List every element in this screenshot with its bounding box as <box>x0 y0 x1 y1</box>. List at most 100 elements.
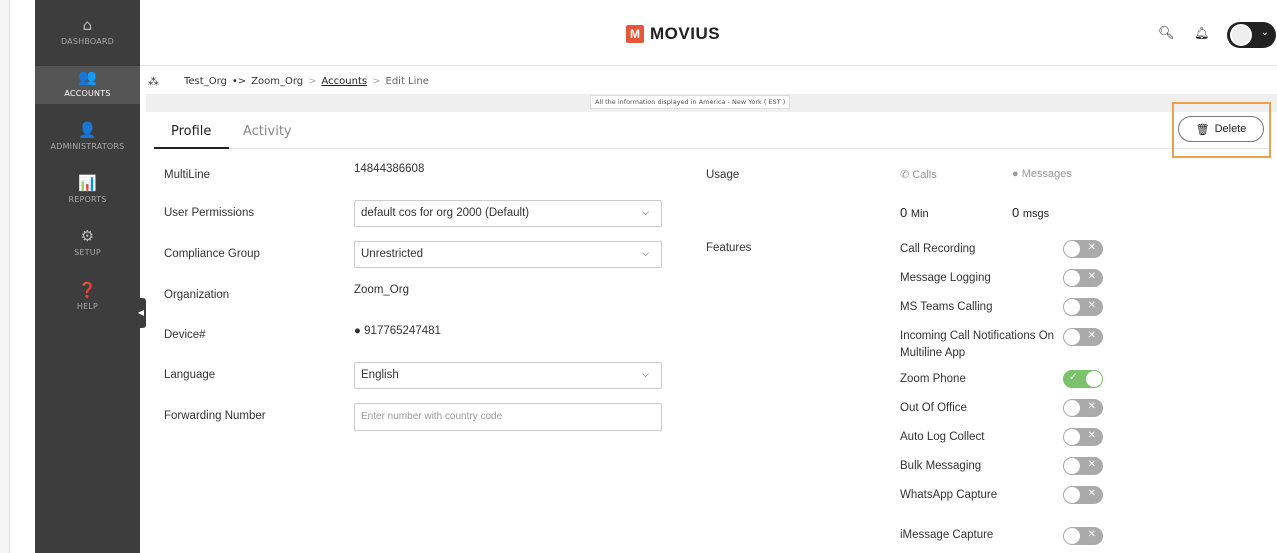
breadcrumb-org[interactable]: Test_Org <box>184 76 227 87</box>
feature-out-of-office: Out Of Office <box>900 402 967 414</box>
organization-label: Organization <box>164 289 230 301</box>
device-value-row: ● 917765247481 <box>354 325 441 337</box>
sidebar-item-help[interactable]: ❓ HELP <box>35 282 140 320</box>
messages-usage-value: 0 <box>1012 205 1020 220</box>
sidebar-item-label: ADMINISTRATORS <box>50 142 125 151</box>
sidebar-item-label: DASHBOARD <box>60 37 115 46</box>
messages-head-label: Messages <box>1021 168 1072 180</box>
feature-message-logging: Message Logging <box>900 272 991 284</box>
language-label: Language <box>164 369 216 381</box>
device-label: Device# <box>164 329 206 341</box>
sidebar-item-administrators[interactable]: 👤 ADMINISTRATORS <box>35 122 140 160</box>
feature-bulk-messaging: Bulk Messaging <box>900 460 982 472</box>
toggle-call-recording[interactable]: ✕ <box>1063 240 1103 258</box>
x-icon: ✕ <box>1087 300 1096 311</box>
sidebar-item-label: HELP <box>76 302 99 311</box>
feature-auto-log-collect: Auto Log Collect <box>900 431 985 443</box>
trash-icon: 🗑︎ <box>1195 123 1210 136</box>
toggle-message-logging[interactable]: ✕ <box>1063 269 1103 287</box>
x-icon: ✕ <box>1087 242 1096 253</box>
home-icon: ⌂ <box>82 16 93 34</box>
toggle-out-of-office[interactable]: ✕ <box>1063 399 1103 417</box>
compliance-value: Unrestricted <box>361 248 423 260</box>
tabs-divider <box>154 148 1269 149</box>
movius-logo-icon: M <box>626 25 644 43</box>
organization-value: Zoom_Org <box>354 284 409 296</box>
hierarchy-icon: ⁂ <box>148 75 159 88</box>
tab-profile[interactable]: Profile <box>171 124 211 139</box>
x-icon: ✕ <box>1087 459 1096 470</box>
permissions-select[interactable]: default cos for org 2000 (Default) ⌵ <box>354 200 662 227</box>
usage-label: Usage <box>706 169 740 181</box>
feature-zoom-phone: Zoom Phone <box>900 373 966 385</box>
breadcrumb-separator: > <box>308 76 317 87</box>
phone-icon: ✆ <box>900 169 910 181</box>
sidebar-item-setup[interactable]: ⚙ SETUP <box>35 228 140 266</box>
x-icon: ✕ <box>1087 401 1096 412</box>
toggle-imessage-capture[interactable]: ✕ <box>1063 527 1103 545</box>
x-icon: ✕ <box>1087 488 1096 499</box>
toggle-ms-teams-calling[interactable]: ✕ <box>1063 298 1103 316</box>
top-bar: M MOVIUS 🔍︎ 🔔︎ ⌄ <box>140 0 1277 66</box>
features-label: Features <box>706 242 752 254</box>
breadcrumb-accounts-link[interactable]: Accounts <box>322 76 368 87</box>
main-content: Profile Activity 🗑︎ Delete MultiLine 148… <box>146 102 1277 553</box>
multiline-value: 14844386608 <box>354 163 425 175</box>
feature-whatsapp-capture: WhatsApp Capture <box>900 489 998 501</box>
toggle-incoming-call-notifications[interactable]: ✕ <box>1063 328 1103 346</box>
sidebar-item-dashboard[interactable]: ⌂ DASHBOARD <box>35 17 140 55</box>
language-value: English <box>361 369 399 381</box>
calls-usage: 0 Min <box>900 205 929 220</box>
logo-text: MOVIUS <box>650 24 721 43</box>
check-icon: ✓ <box>1069 372 1078 383</box>
delete-button[interactable]: 🗑︎ Delete <box>1178 116 1264 142</box>
breadcrumb-arrow: •> <box>231 76 247 87</box>
multiline-label: MultiLine <box>164 169 211 181</box>
breadcrumb-current: Edit Line <box>385 76 429 87</box>
x-icon: ✕ <box>1087 430 1096 441</box>
sidebar: ⌂ DASHBOARD 👥 ACCOUNTS 👤 ADMINISTRATORS … <box>35 0 140 553</box>
feature-imessage-capture: iMessage Capture <box>900 529 994 541</box>
toggle-whatsapp-capture[interactable]: ✕ <box>1063 486 1103 504</box>
x-icon: ✕ <box>1087 529 1096 540</box>
sidebar-collapse-button[interactable]: ◀ <box>136 298 146 328</box>
forwarding-label: Forwarding Number <box>164 410 266 422</box>
app-root: ⌂ DASHBOARD 👥 ACCOUNTS 👤 ADMINISTRATORS … <box>0 0 1277 553</box>
calls-head-label: Calls <box>912 169 937 181</box>
x-icon: ✕ <box>1087 330 1096 341</box>
tab-activity[interactable]: Activity <box>243 124 292 139</box>
permissions-value: default cos for org 2000 (Default) <box>361 207 530 219</box>
forwarding-input[interactable]: Enter number with country code <box>354 403 662 431</box>
permissions-label: User Permissions <box>164 207 255 219</box>
x-icon: ✕ <box>1087 271 1096 282</box>
device-value: 917765247481 <box>364 325 441 337</box>
feature-ms-teams-calling: MS Teams Calling <box>900 301 993 313</box>
language-select[interactable]: English ⌵ <box>354 362 662 389</box>
calls-usage-unit: Min <box>910 208 929 220</box>
messages-usage: 0 msgs <box>1012 205 1049 220</box>
calls-header: ✆ Calls <box>900 168 937 181</box>
user-menu[interactable]: ⌄ <box>1227 22 1276 48</box>
admin-icon: 👤 <box>78 121 97 139</box>
chevron-down-icon: ⌵ <box>642 248 649 258</box>
search-icon[interactable]: 🔍︎ <box>1158 26 1175 41</box>
sidebar-item-label: ACCOUNTS <box>64 89 111 98</box>
feature-incoming-call-notifications: Incoming Call Notifications On Multiline… <box>900 330 1055 359</box>
messages-header: ● Messages <box>1012 168 1072 180</box>
bell-icon[interactable]: 🔔︎ <box>1194 26 1209 40</box>
sidebar-item-accounts[interactable]: 👥 ACCOUNTS <box>35 66 140 104</box>
sidebar-item-label: REPORTS <box>68 195 107 204</box>
compliance-select[interactable]: Unrestricted ⌵ <box>354 241 662 268</box>
breadcrumb: Test_Org •> Zoom_Org > Accounts > Edit L… <box>184 76 429 87</box>
breadcrumb-sub-org[interactable]: Zoom_Org <box>251 76 303 87</box>
toggle-bulk-messaging[interactable]: ✕ <box>1063 457 1103 475</box>
timezone-note: All the information displayed in America… <box>590 95 791 109</box>
messages-usage-unit: msgs <box>1022 208 1050 220</box>
chat-icon: ● <box>1012 168 1019 180</box>
calls-usage-value: 0 <box>900 205 908 220</box>
help-icon: ❓ <box>78 281 97 299</box>
toggle-auto-log-collect[interactable]: ✕ <box>1063 428 1103 446</box>
sidebar-item-reports[interactable]: 📊 REPORTS <box>35 175 140 213</box>
users-icon: 👥 <box>78 68 97 86</box>
toggle-zoom-phone[interactable]: ✓ <box>1063 370 1103 388</box>
